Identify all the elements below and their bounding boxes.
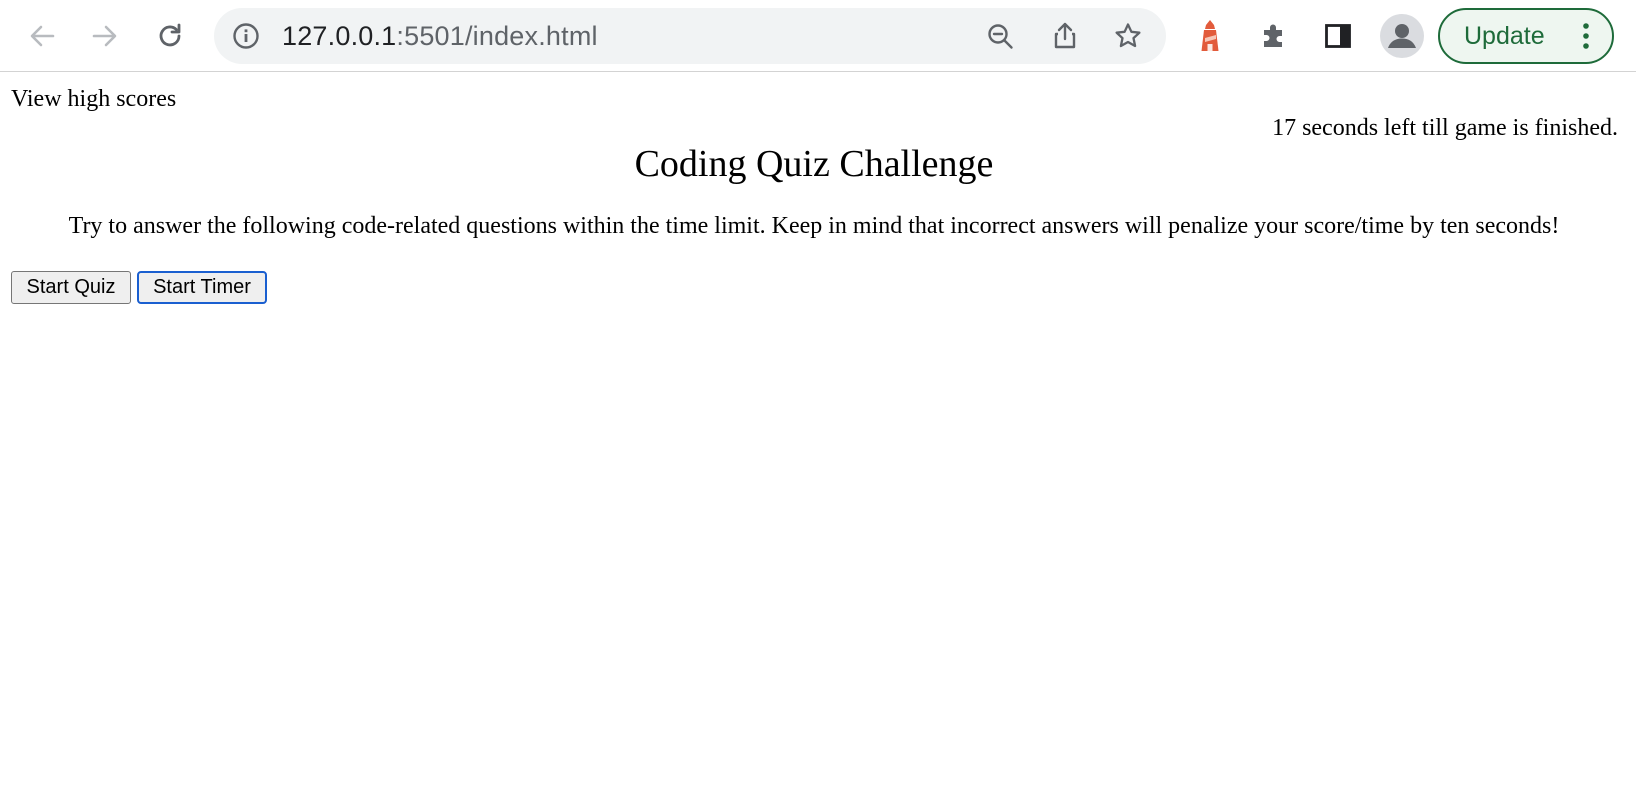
quiz-instructions: Try to answer the following code-related… <box>68 213 1560 239</box>
back-button[interactable] <box>22 16 62 56</box>
update-button[interactable]: Update <box>1438 8 1614 64</box>
start-timer-button[interactable]: Start Timer <box>137 271 267 304</box>
url-path: :5501/index.html <box>396 21 598 51</box>
url-host: 127.0.0.1 <box>282 21 397 51</box>
reload-icon <box>159 23 181 47</box>
side-panel-icon <box>1325 24 1351 48</box>
reload-button[interactable] <box>150 16 190 56</box>
forward-button[interactable] <box>85 16 125 56</box>
url-text[interactable]: 127.0.0.1:5501/index.html <box>282 8 598 64</box>
lighthouse-extension-button[interactable] <box>1190 16 1230 56</box>
browser-toolbar: 127.0.0.1:5501/index.html Update <box>0 0 1636 72</box>
extensions-button[interactable] <box>1254 16 1294 56</box>
share-icon[interactable] <box>1050 21 1080 51</box>
page-title: Coding Quiz Challenge <box>634 143 994 185</box>
address-bar[interactable]: 127.0.0.1:5501/index.html <box>214 8 1166 64</box>
back-arrow-icon <box>30 25 55 47</box>
puzzle-icon <box>1264 24 1282 47</box>
info-icon[interactable] <box>232 22 260 50</box>
start-quiz-button[interactable]: Start Quiz <box>11 271 131 304</box>
side-panel-button[interactable] <box>1318 16 1358 56</box>
timer-text: 17 seconds left till game is finished. <box>1272 115 1618 141</box>
page-content: View high scores 17 seconds left till ga… <box>0 72 1636 804</box>
view-high-scores-link[interactable]: View high scores <box>11 86 176 113</box>
profile-button[interactable] <box>1380 14 1424 58</box>
star-icon[interactable] <box>1113 21 1143 51</box>
avatar-icon <box>1388 24 1416 48</box>
forward-arrow-icon <box>92 25 117 47</box>
kebab-menu-icon[interactable] <box>1578 22 1594 50</box>
update-label: Update <box>1464 22 1545 50</box>
lighthouse-icon <box>1201 20 1219 51</box>
zoom-out-icon[interactable] <box>986 22 1016 52</box>
